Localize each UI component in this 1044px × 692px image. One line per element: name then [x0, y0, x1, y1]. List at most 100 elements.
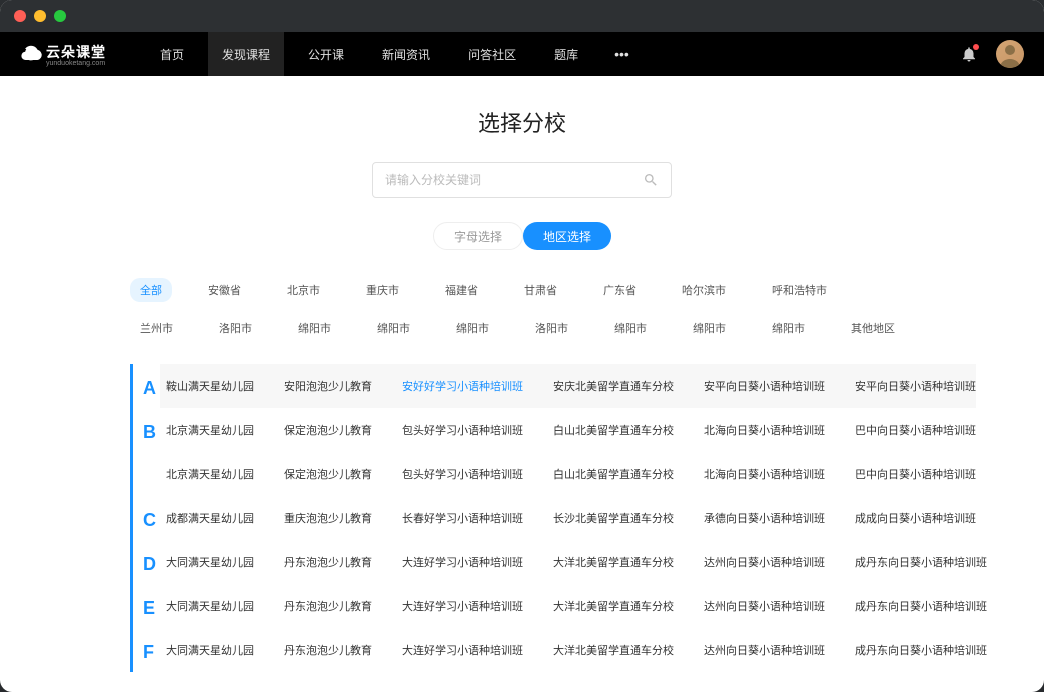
school-link[interactable]: 达州向日葵小语种培训班	[704, 554, 825, 570]
close-window-button[interactable]	[14, 10, 26, 22]
letter-section-A: A 鞍山满天星幼儿园 安阳泡泡少儿教育 安好好学习小语种培训班 安庆北美留学直通车分校 安…	[0, 364, 1044, 408]
maximize-window-button[interactable]	[54, 10, 66, 22]
school-link[interactable]: 长沙北美留学直通车分校	[553, 510, 674, 526]
school-link[interactable]: 大连好学习小语种培训班	[402, 554, 523, 570]
nav-item-3[interactable]: 新闻资讯	[368, 32, 444, 76]
school-link[interactable]: 北海向日葵小语种培训班	[704, 422, 825, 438]
nav-item-0[interactable]: 首页	[146, 32, 198, 76]
region-filter-list: 全部 安徽省 北京市 重庆市 福建省 甘肃省 广东省 哈尔滨市 呼和浩特市兰州市 洛阳市 绵阳市 绵阳…	[0, 278, 1044, 340]
region-tag[interactable]: 绵阳市	[446, 316, 499, 340]
school-link[interactable]: 大连好学习小语种培训班	[402, 642, 523, 658]
brand-subtitle: yunduoketang.com	[46, 60, 106, 67]
region-tag[interactable]: 全部	[130, 278, 172, 302]
nav-item-2[interactable]: 公开课	[294, 32, 358, 76]
school-link[interactable]: 成丹东向日葵小语种培训班	[855, 642, 987, 658]
minimize-window-button[interactable]	[34, 10, 46, 22]
letter-label: B	[130, 408, 160, 496]
school-link[interactable]: 成丹东向日葵小语种培训班	[855, 598, 987, 614]
school-link[interactable]: 大洋北美留学直通车分校	[553, 598, 674, 614]
letter-label: F	[130, 628, 160, 672]
school-link[interactable]: 包头好学习小语种培训班	[402, 422, 523, 438]
region-tag[interactable]: 洛阳市	[209, 316, 262, 340]
school-link[interactable]: 成都满天星幼儿园	[166, 510, 254, 526]
nav-item-5[interactable]: 题库	[540, 32, 592, 76]
brand-logo[interactable]: 云朵课堂 yunduoketang.com	[20, 42, 106, 67]
brand-name: 云朵课堂	[46, 44, 106, 60]
region-tag[interactable]: 兰州市	[130, 316, 183, 340]
letter-label: C	[130, 496, 160, 540]
top-nav: 云朵课堂 yunduoketang.com 首页发现课程公开课新闻资讯问答社区题…	[0, 32, 1044, 76]
main-content: 选择分校 字母选择 地区选择 全部 安徽省 北京市 重庆市 福建省 甘肃省 广东省 哈尔滨市 呼…	[0, 76, 1044, 692]
school-link[interactable]: 安阳泡泡少儿教育	[284, 378, 372, 394]
school-link[interactable]: 承德向日葵小语种培训班	[704, 510, 825, 526]
toggle-region[interactable]: 地区选择	[523, 222, 611, 250]
region-tag[interactable]: 甘肃省	[514, 278, 567, 302]
letter-label: E	[130, 584, 160, 628]
search-input[interactable]	[385, 173, 643, 187]
nav-more-button[interactable]: •••	[602, 46, 641, 62]
toggle-alphabet[interactable]: 字母选择	[433, 222, 523, 250]
letter-label: D	[130, 540, 160, 584]
school-link[interactable]: 北京满天星幼儿园	[166, 422, 254, 438]
school-link[interactable]: 北海向日葵小语种培训班	[704, 466, 825, 482]
nav-item-1[interactable]: 发现课程	[208, 32, 284, 76]
region-tag[interactable]: 绵阳市	[288, 316, 341, 340]
school-link[interactable]: 鞍山满天星幼儿园	[166, 378, 254, 394]
school-link[interactable]: 大洋北美留学直通车分校	[553, 554, 674, 570]
school-link[interactable]: 大同满天星幼儿园	[166, 554, 254, 570]
school-link[interactable]: 安平向日葵小语种培训班	[704, 378, 825, 394]
region-tag[interactable]: 绵阳市	[367, 316, 420, 340]
school-link[interactable]: 安平向日葵小语种培训班	[855, 378, 976, 394]
school-link[interactable]: 长春好学习小语种培训班	[402, 510, 523, 526]
filter-toggle: 字母选择 地区选择	[0, 222, 1044, 250]
school-link[interactable]: 安好好学习小语种培训班	[402, 378, 523, 394]
school-link[interactable]: 丹东泡泡少儿教育	[284, 598, 372, 614]
school-link[interactable]: 大洋北美留学直通车分校	[553, 642, 674, 658]
titlebar	[0, 0, 1044, 32]
school-link[interactable]: 安庆北美留学直通车分校	[553, 378, 674, 394]
school-link[interactable]: 保定泡泡少儿教育	[284, 422, 372, 438]
school-link[interactable]: 保定泡泡少儿教育	[284, 466, 372, 482]
school-link[interactable]: 达州向日葵小语种培训班	[704, 598, 825, 614]
school-row: 鞍山满天星幼儿园 安阳泡泡少儿教育 安好好学习小语种培训班 安庆北美留学直通车分校 安平…	[160, 364, 976, 408]
region-tag[interactable]: 安徽省	[198, 278, 251, 302]
region-tag[interactable]: 洛阳市	[525, 316, 578, 340]
school-link[interactable]: 大同满天星幼儿园	[166, 642, 254, 658]
region-tag[interactable]: 福建省	[435, 278, 488, 302]
region-tag[interactable]: 其他地区	[841, 316, 905, 340]
school-link[interactable]: 成丹东向日葵小语种培训班	[855, 554, 987, 570]
page-title: 选择分校	[0, 106, 1044, 138]
school-link[interactable]: 成成向日葵小语种培训班	[855, 510, 976, 526]
nav-item-4[interactable]: 问答社区	[454, 32, 530, 76]
school-link[interactable]: 丹东泡泡少儿教育	[284, 642, 372, 658]
letter-label: A	[130, 364, 160, 408]
school-link[interactable]: 重庆泡泡少儿教育	[284, 510, 372, 526]
school-link[interactable]: 白山北美留学直通车分校	[553, 422, 674, 438]
letter-section-B: B北京满天星幼儿园保定泡泡少儿教育包头好学习小语种培训班白山北美留学直通车分校北…	[0, 408, 1044, 496]
region-tag[interactable]: 北京市	[277, 278, 330, 302]
region-tag[interactable]: 绵阳市	[683, 316, 736, 340]
region-tag[interactable]: 绵阳市	[604, 316, 657, 340]
school-link[interactable]: 北京满天星幼儿园	[166, 466, 254, 482]
region-tag[interactable]: 广东省	[593, 278, 646, 302]
user-avatar[interactable]	[996, 40, 1024, 68]
school-link[interactable]: 包头好学习小语种培训班	[402, 466, 523, 482]
region-tag[interactable]: 哈尔滨市	[672, 278, 736, 302]
search-box[interactable]	[372, 162, 672, 198]
school-link[interactable]: 巴中向日葵小语种培训班	[855, 466, 976, 482]
notification-dot	[973, 44, 979, 50]
school-link[interactable]: 达州向日葵小语种培训班	[704, 642, 825, 658]
school-link[interactable]: 白山北美留学直通车分校	[553, 466, 674, 482]
school-link[interactable]: 大连好学习小语种培训班	[402, 598, 523, 614]
region-tag[interactable]: 绵阳市	[762, 316, 815, 340]
region-tag[interactable]: 呼和浩特市	[762, 278, 837, 302]
school-link[interactable]: 大同满天星幼儿园	[166, 598, 254, 614]
school-row: 北京满天星幼儿园 保定泡泡少儿教育 包头好学习小语种培训班 白山北美留学直通车分校 北海…	[160, 452, 976, 496]
notification-bell-icon[interactable]	[960, 45, 978, 63]
letter-section-D: D 大同满天星幼儿园 丹东泡泡少儿教育 大连好学习小语种培训班 大洋北美留学直通车分校 达…	[0, 540, 1044, 584]
letter-section-F: F 大同满天星幼儿园 丹东泡泡少儿教育 大连好学习小语种培训班 大洋北美留学直通车分校 达…	[0, 628, 1044, 672]
school-row: 大同满天星幼儿园 丹东泡泡少儿教育 大连好学习小语种培训班 大洋北美留学直通车分校 达州…	[160, 628, 987, 672]
school-link[interactable]: 丹东泡泡少儿教育	[284, 554, 372, 570]
region-tag[interactable]: 重庆市	[356, 278, 409, 302]
school-link[interactable]: 巴中向日葵小语种培训班	[855, 422, 976, 438]
